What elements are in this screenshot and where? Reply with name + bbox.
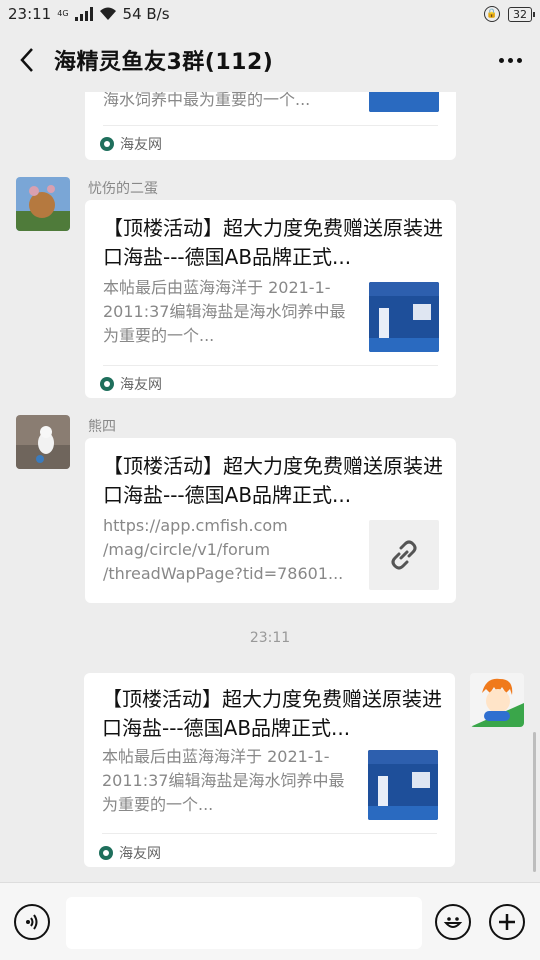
chat-area[interactable]: 海水饲养中最为重要的一个... 海友网 忧伤的二蛋 【顶楼活动】超大力度免费赠送… [0,92,540,882]
sender-name: 忧伤的二蛋 [88,181,158,197]
plus-icon[interactable] [489,904,525,940]
status-time: 23:11 [8,5,52,23]
link-icon [369,520,439,590]
chat-header: 海精灵鱼友3群(112) [0,28,540,92]
source-name: 海友网 [120,377,162,393]
link-card-desc: 本帖最后由蓝海海洋于 2021-1-2011:37编辑海盐是海水饲养中最为重要的… [102,747,345,814]
more-dots-icon[interactable] [480,28,540,92]
wifi-icon [99,7,116,20]
link-card-title: 【顶楼活动】超大力度免费赠送原装进口海盐---德国AB品牌正式... [103,216,443,269]
source-name: 海友网 [120,137,162,153]
chat-title: 海精灵鱼友3群(112) [54,50,274,75]
link-card-title: 【顶楼活动】超大力度免费赠送原装进口海盐---德国AB品牌正式... [103,454,443,507]
link-card[interactable]: 【顶楼活动】超大力度免费赠送原装进口海盐---德国AB品牌正式... 本帖最后由… [84,673,455,867]
input-bar [0,882,540,960]
card-divider [102,833,437,834]
back-arrow-icon[interactable] [0,28,54,92]
card-divider [103,365,438,366]
source-logo-icon [99,846,113,860]
source-name: 海友网 [119,846,161,862]
link-card-title: 【顶楼活动】超大力度免费赠送原装进口海盐---德国AB品牌正式... [102,687,442,740]
sender-name: 熊四 [88,419,116,435]
link-card-desc: 海水饲养中最为重要的一个... [103,92,311,109]
network-type: 4G [57,9,69,18]
link-card-thumbnail [369,92,439,112]
source-logo-icon [100,377,114,391]
voice-icon[interactable] [14,904,50,940]
avatar[interactable] [470,673,524,727]
emoji-icon[interactable] [435,904,471,940]
link-card-source: 海友网 [100,134,162,154]
scrollbar[interactable] [533,732,536,872]
avatar[interactable] [16,415,70,469]
link-card-desc: 本帖最后由蓝海海洋于 2021-1-2011:37编辑海盐是海水饲养中最为重要的… [103,278,346,345]
network-speed: 54 B/s [122,5,170,23]
rotation-lock-icon: 🔒 [484,6,500,22]
avatar[interactable] [16,177,70,231]
status-bar: 23:11 4G 54 B/s 🔒 32 [0,0,540,28]
link-card[interactable]: 【顶楼活动】超大力度免费赠送原装进口海盐---德国AB品牌正式... https… [85,438,456,603]
link-card[interactable]: 海水饲养中最为重要的一个... 海友网 [85,92,456,160]
link-card[interactable]: 【顶楼活动】超大力度免费赠送原装进口海盐---德国AB品牌正式... 本帖最后由… [85,200,456,398]
link-card-source: 海友网 [99,843,161,863]
link-card-thumbnail [369,282,439,352]
card-divider [103,125,438,126]
signal-icon [74,7,93,21]
link-card-thumbnail [368,750,438,820]
battery-icon: 32 [508,6,535,22]
source-logo-icon [100,137,114,151]
link-card-source: 海友网 [100,374,162,394]
message-input[interactable] [66,897,422,949]
link-card-url: https://app.cmfish.com /mag/circle/v1/fo… [103,516,344,583]
message-timestamp: 23:11 [249,630,291,646]
